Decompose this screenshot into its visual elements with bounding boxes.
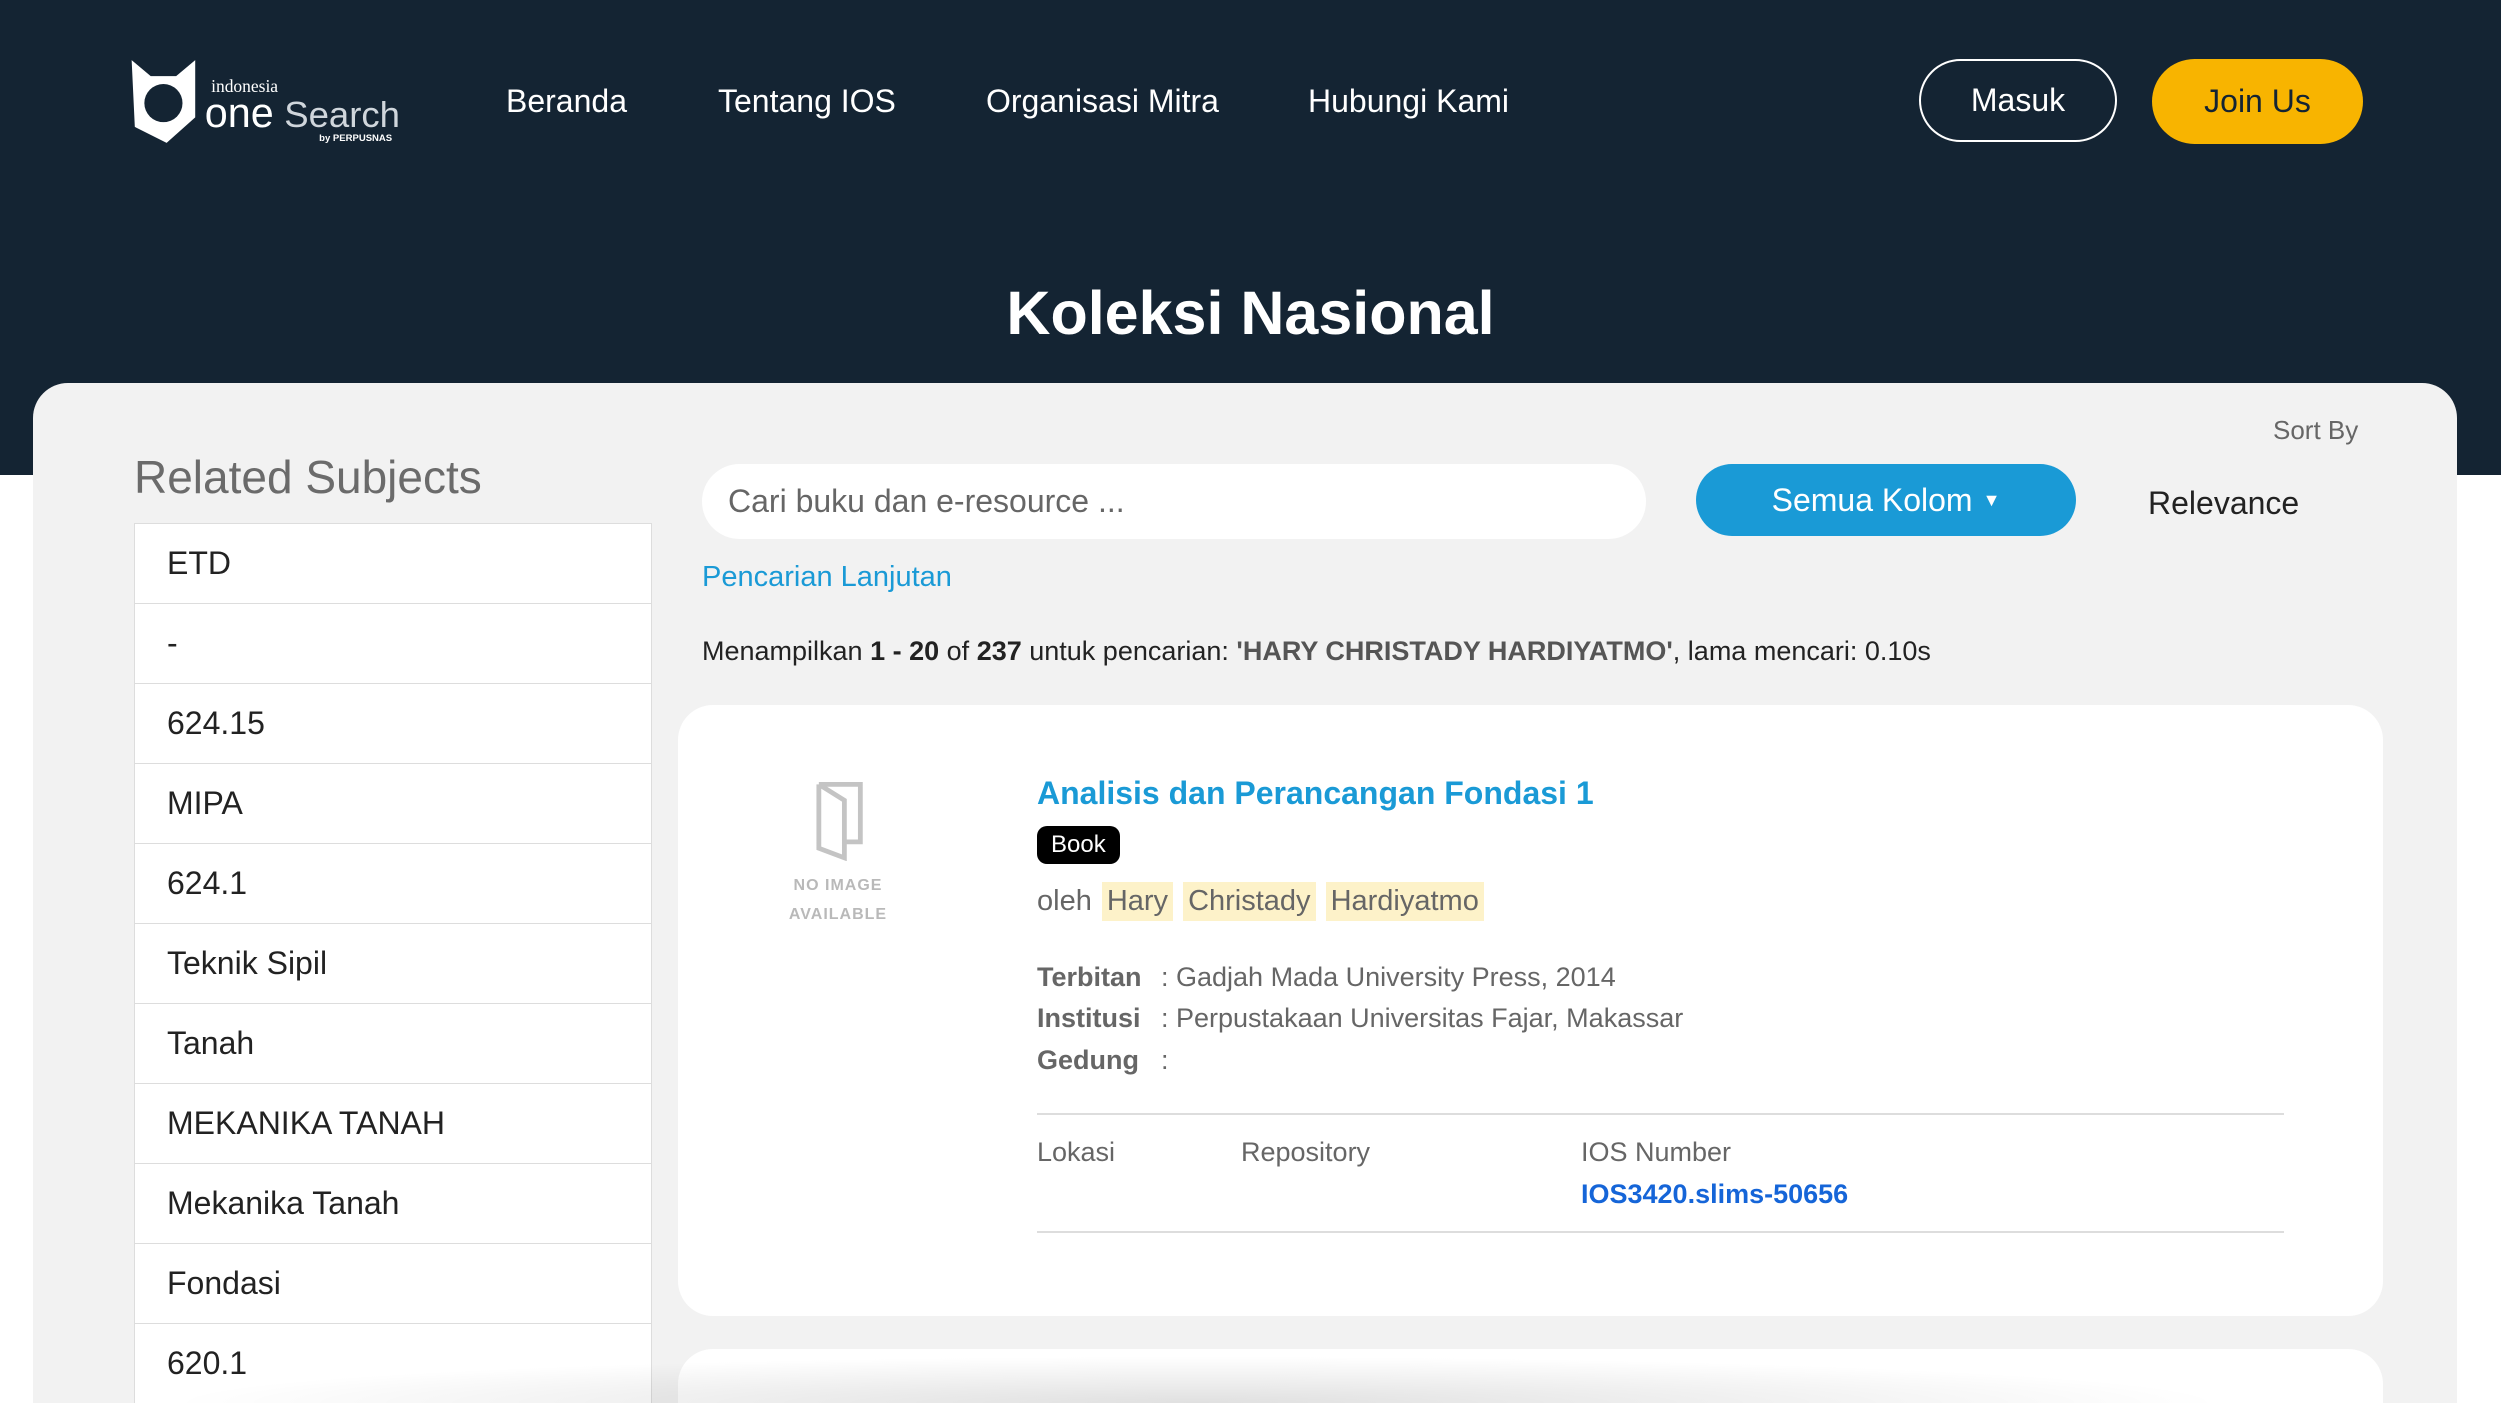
book-placeholder-icon bbox=[806, 778, 870, 861]
lokasi-header: Lokasi bbox=[1037, 1137, 1115, 1168]
terbitan-row: Terbitan: Gadjah Mada University Press, … bbox=[1037, 962, 1616, 993]
search-input[interactable] bbox=[702, 464, 1646, 539]
no-image-text: AVAILABLE bbox=[778, 900, 898, 929]
summary-text: of bbox=[939, 636, 977, 666]
subject-item[interactable]: Tanah bbox=[135, 1003, 651, 1083]
field-label: Gedung bbox=[1037, 1045, 1161, 1076]
ios-number-header: IOS Number bbox=[1581, 1137, 1731, 1168]
nav-beranda[interactable]: Beranda bbox=[506, 83, 627, 120]
related-subjects-list: ETD - 624.15 MIPA 624.1 Teknik Sipil Tan… bbox=[134, 523, 652, 1403]
bottom-shadow bbox=[160, 1356, 2234, 1403]
summary-text: Menampilkan bbox=[702, 636, 870, 666]
advanced-search-link[interactable]: Pencarian Lanjutan bbox=[702, 561, 952, 594]
type-badge: Book bbox=[1037, 826, 1120, 864]
gedung-row: Gedung: bbox=[1037, 1045, 1169, 1076]
column-dropdown-label: Semua Kolom bbox=[1772, 482, 1973, 519]
svg-text:by PERPUSNAS: by PERPUSNAS bbox=[319, 133, 392, 144]
sort-select[interactable]: Relevance bbox=[2148, 485, 2299, 522]
result-summary: Menampilkan 1 - 20 of 237 untuk pencaria… bbox=[702, 636, 1931, 667]
page-title: Koleksi Nasional bbox=[0, 278, 2501, 348]
subject-item[interactable]: MIPA bbox=[135, 763, 651, 843]
subject-item[interactable]: 624.1 bbox=[135, 843, 651, 923]
nav-tentang-ios[interactable]: Tentang IOS bbox=[718, 83, 896, 120]
summary-dash: - bbox=[885, 636, 909, 666]
author-highlight: Hary bbox=[1102, 882, 1173, 921]
ios-number-link[interactable]: IOS3420.slims-50656 bbox=[1581, 1179, 1848, 1210]
summary-text: , lama mencari: 0.10s bbox=[1673, 636, 1931, 666]
subject-item[interactable]: Mekanika Tanah bbox=[135, 1163, 651, 1243]
divider bbox=[1037, 1231, 2284, 1233]
svg-text:Search: Search bbox=[284, 94, 400, 135]
subject-item[interactable]: ETD bbox=[135, 523, 651, 603]
join-button[interactable]: Join Us bbox=[2152, 59, 2363, 144]
login-button[interactable]: Masuk bbox=[1919, 59, 2117, 142]
column-dropdown[interactable]: Semua Kolom ▼ bbox=[1696, 464, 2076, 536]
logo-icon: indonesia one Search by PERPUSNAS bbox=[128, 57, 415, 146]
field-value: : Gadjah Mada University Press, 2014 bbox=[1161, 962, 1616, 992]
repository-header: Repository bbox=[1241, 1137, 1370, 1168]
result-title-link[interactable]: Analisis dan Perancangan Fondasi 1 bbox=[1037, 775, 1594, 812]
subject-item[interactable]: 624.15 bbox=[135, 683, 651, 763]
nav-organisasi-mitra[interactable]: Organisasi Mitra bbox=[986, 83, 1219, 120]
field-value: : Perpustakaan Universitas Fajar, Makass… bbox=[1161, 1003, 1683, 1033]
nav-hubungi-kami[interactable]: Hubungi Kami bbox=[1308, 83, 1509, 120]
no-image-text: NO IMAGE bbox=[778, 871, 898, 900]
onesearch-logo[interactable]: indonesia one Search by PERPUSNAS bbox=[128, 57, 415, 146]
svg-text:one: one bbox=[205, 90, 274, 136]
subject-item[interactable]: Fondasi bbox=[135, 1243, 651, 1323]
author-highlight: Christady bbox=[1183, 882, 1316, 921]
sort-by-label: Sort By bbox=[2273, 415, 2358, 446]
subject-item[interactable]: Teknik Sipil bbox=[135, 923, 651, 1003]
summary-to: 20 bbox=[909, 636, 939, 666]
by-label: oleh bbox=[1037, 885, 1092, 918]
subject-item[interactable]: MEKANIKA TANAH bbox=[135, 1083, 651, 1163]
institusi-row: Institusi: Perpustakaan Universitas Faja… bbox=[1037, 1003, 1683, 1034]
field-label: Institusi bbox=[1037, 1003, 1161, 1034]
summary-text: untuk pencarian: bbox=[1022, 636, 1237, 666]
summary-query: 'HARY CHRISTADY HARDIYATMO' bbox=[1236, 636, 1672, 666]
field-label: Terbitan bbox=[1037, 962, 1161, 993]
authors: oleh Hary Christady Hardiyatmo bbox=[1037, 882, 1484, 921]
summary-from: 1 bbox=[870, 636, 885, 666]
page: indonesia one Search by PERPUSNAS Berand… bbox=[0, 0, 2501, 1403]
divider bbox=[1037, 1113, 2284, 1115]
related-subjects-title: Related Subjects bbox=[134, 450, 482, 504]
caret-down-icon: ▼ bbox=[1983, 490, 2001, 511]
author-highlight: Hardiyatmo bbox=[1326, 882, 1484, 921]
no-image-placeholder: NO IMAGE AVAILABLE bbox=[778, 778, 898, 929]
subject-item[interactable]: - bbox=[135, 603, 651, 683]
summary-total: 237 bbox=[977, 636, 1022, 666]
field-value: : bbox=[1161, 1045, 1169, 1075]
